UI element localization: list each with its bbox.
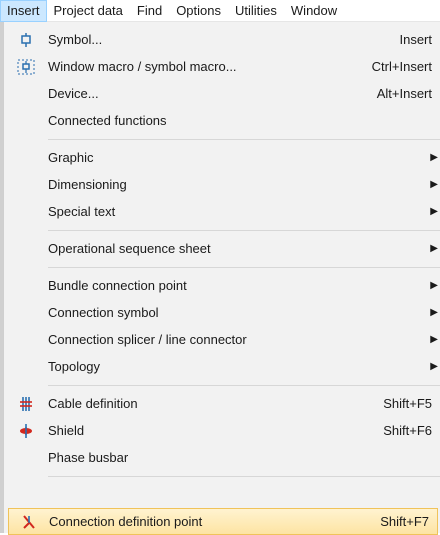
separator	[48, 476, 440, 477]
menu-item-label: Topology	[48, 359, 101, 374]
shortcut-text: Shift+F7	[380, 514, 429, 529]
submenu-arrow-icon: ▶	[430, 152, 438, 163]
shortcut-text: Insert	[399, 32, 432, 47]
menu-item-label: Cable definition	[48, 396, 138, 411]
submenu-arrow-icon: ▶	[430, 307, 438, 318]
menu-options[interactable]: Options	[169, 0, 228, 22]
menu-item-label: Bundle connection point	[48, 278, 187, 293]
submenu-arrow-icon: ▶	[430, 243, 438, 254]
menu-item-operational-sequence-sheet[interactable]: Operational sequence sheet ▶	[4, 235, 440, 262]
menu-item-label: Window macro / symbol macro...	[48, 59, 237, 74]
connection-definition-point-icon	[9, 508, 49, 535]
menu-item-shield[interactable]: Shield Shift+F6	[4, 417, 440, 444]
shortcut-text: Alt+Insert	[376, 86, 432, 101]
menu-item-connected-functions[interactable]: Connected functions	[4, 107, 440, 134]
insert-dropdown-menu: Symbol... Insert Window macro / symbol m…	[3, 22, 440, 535]
menu-item-dimensioning[interactable]: Dimensioning ▶	[4, 171, 440, 198]
menu-project-data[interactable]: Project data	[47, 0, 130, 22]
menu-item-label: Shield	[48, 423, 85, 438]
menu-item-label: Operational sequence sheet	[48, 241, 211, 256]
menu-item-device[interactable]: Device... Alt+Insert	[4, 80, 440, 107]
submenu-arrow-icon: ▶	[430, 280, 438, 291]
menu-item-label: Special text	[48, 204, 116, 219]
submenu-arrow-icon: ▶	[430, 361, 438, 372]
shortcut-text: Ctrl+Insert	[371, 59, 432, 74]
separator	[48, 385, 440, 386]
menu-find[interactable]: Find	[130, 0, 169, 22]
menu-item-label: Connection splicer / line connector	[48, 332, 247, 347]
submenu-arrow-icon: ▶	[430, 179, 438, 190]
submenu-arrow-icon: ▶	[430, 334, 438, 345]
shortcut-text: Shift+F6	[383, 423, 432, 438]
window-macro-icon	[4, 53, 48, 80]
menu-item-connection-definition-point[interactable]: Connection definition point Shift+F7	[8, 508, 438, 535]
menu-utilities[interactable]: Utilities	[228, 0, 284, 22]
menu-bar: Insert Project data Find Options Utiliti…	[0, 0, 440, 22]
menu-item-graphic[interactable]: Graphic ▶	[4, 144, 440, 171]
separator	[48, 267, 440, 268]
menu-item-special-text[interactable]: Special text ▶	[4, 198, 440, 225]
menu-item-bundle-connection-point[interactable]: Bundle connection point ▶	[4, 272, 440, 299]
cable-definition-icon	[4, 390, 48, 417]
menu-item-label: Symbol...	[48, 32, 103, 47]
separator	[48, 139, 440, 140]
shortcut-text: Shift+F5	[383, 396, 432, 411]
menu-item-window-macro[interactable]: Window macro / symbol macro... Ctrl+Inse…	[4, 53, 440, 80]
submenu-arrow-icon: ▶	[430, 206, 438, 217]
symbol-icon	[4, 26, 48, 53]
separator	[48, 230, 440, 231]
menu-item-label: Connected functions	[48, 113, 167, 128]
menu-item-connection-symbol[interactable]: Connection symbol ▶	[4, 299, 440, 326]
menu-window[interactable]: Window	[284, 0, 344, 22]
menu-item-symbol[interactable]: Symbol... Insert	[4, 26, 440, 53]
menu-item-label: Dimensioning	[48, 177, 127, 192]
menu-item-cable-definition[interactable]: Cable definition Shift+F5	[4, 390, 440, 417]
menu-item-label: Graphic	[48, 150, 94, 165]
shield-icon	[4, 417, 48, 444]
menu-item-phase-busbar[interactable]: Phase busbar	[4, 444, 440, 471]
menu-item-label: Phase busbar	[48, 450, 129, 465]
menu-item-label: Connection definition point	[49, 514, 203, 529]
menu-insert[interactable]: Insert	[0, 0, 47, 22]
menu-item-label: Device...	[48, 86, 99, 101]
menu-item-topology[interactable]: Topology ▶	[4, 353, 440, 380]
menu-item-connection-splicer[interactable]: Connection splicer / line connector ▶	[4, 326, 440, 353]
menu-item-label: Connection symbol	[48, 305, 159, 320]
